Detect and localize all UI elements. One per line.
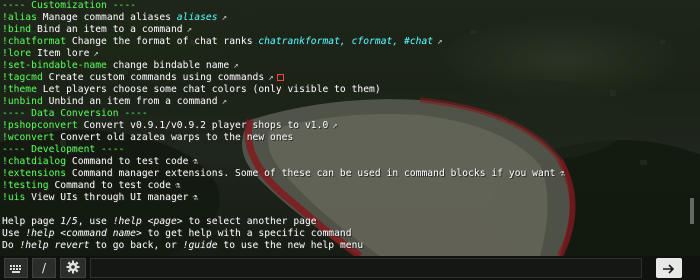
command-entry[interactable]: !alias Manage command aliases aliases ↗	[2, 12, 227, 24]
help-text: Help page	[2, 216, 61, 227]
command-name: !lore	[2, 48, 32, 59]
section-header-text: ---- Development ----	[2, 144, 125, 155]
warning-box-icon	[276, 74, 284, 81]
slash-label: /	[41, 261, 47, 275]
help-text: , use	[77, 216, 113, 227]
command-entry[interactable]: !theme Let players choose some chat colo…	[2, 84, 381, 96]
command-info-icon: ↗	[437, 37, 443, 47]
chat-input-field[interactable]	[90, 258, 642, 278]
command-description: View UIs through UI manager	[31, 192, 189, 203]
section-header: ---- Development ----	[2, 144, 124, 156]
command-entry[interactable]: !chatformat Change the format of chat ra…	[2, 36, 443, 48]
help-line: Help page 1/5, use !help <page> to selec…	[2, 216, 317, 228]
section-header-text: ---- Data Conversion ----	[2, 108, 148, 119]
section-header: ---- Customization ----	[2, 0, 136, 12]
slash-command-button[interactable]: /	[32, 258, 56, 278]
help-text: to use the new help menu	[217, 240, 364, 251]
command-entry[interactable]: !unbind Unbind an item from a command ↗	[2, 96, 227, 108]
help-text: to get help with a specific command	[141, 228, 352, 239]
command-info-icon: ⚗	[559, 169, 565, 179]
gear-icon	[66, 259, 80, 278]
keyboard-button[interactable]	[4, 258, 28, 278]
command-description: Unbind an item from a command	[48, 96, 218, 107]
keyboard-icon	[10, 259, 22, 278]
command-info-icon: ↗	[186, 25, 193, 35]
command-entry[interactable]: !lore Item lore ↗	[2, 48, 99, 60]
command-description: Convert old azalea warps to the new ones	[60, 132, 294, 143]
command-entry[interactable]: !tagcmd Create custom commands using com…	[2, 72, 284, 84]
command-description: Change the format of chat ranks	[71, 36, 253, 47]
command-entry[interactable]: !pshopconvert Convert v0.9.1/v0.9.2 play…	[2, 120, 338, 132]
help-hint: !guide	[182, 240, 218, 251]
command-info-icon: ⚗	[192, 157, 198, 167]
command-description: Create custom commands using commands	[48, 72, 265, 83]
help-text: to go back, or	[89, 240, 183, 251]
command-description: Manage command aliases	[42, 12, 171, 23]
command-description: Let players choose some chat colors (onl…	[42, 84, 381, 95]
chat-panel: ---- Customization ---- !alias Manage com…	[0, 0, 700, 256]
command-name: !bind	[2, 24, 32, 35]
help-hint: !help <page>	[112, 216, 183, 227]
command-entry[interactable]: !extensions Command manager extensions. …	[2, 168, 565, 180]
command-info-icon: ↗	[332, 121, 338, 131]
command-entry[interactable]: !uis View UIs through UI manager ⚗	[2, 192, 198, 204]
section-header: ---- Data Conversion ----	[2, 108, 148, 120]
command-name: !wconvert	[2, 132, 55, 143]
settings-button[interactable]	[60, 258, 86, 278]
command-entry[interactable]: !testing Command to test code ⚗	[2, 180, 180, 192]
chat-input-bar: /	[0, 256, 700, 280]
command-name: !unbind	[2, 96, 43, 107]
help-line: Do !help revert to go back, or !guide to…	[2, 240, 363, 252]
chat-scrollbar[interactable]	[690, 198, 694, 224]
command-info-icon: ↗	[221, 13, 228, 23]
command-description: Command to test code	[54, 180, 171, 191]
help-hint: !help revert	[19, 240, 90, 251]
command-description: Item lore	[36, 48, 90, 59]
arrow-right-icon	[662, 259, 676, 278]
command-info-icon: ↗	[268, 73, 274, 83]
command-name: !pshopconvert	[2, 120, 78, 131]
command-info-icon: ↗	[233, 61, 239, 71]
command-description: change bindable name	[112, 60, 230, 71]
command-description: Convert v0.9.1/v0.9.2 player shops to v1…	[83, 120, 329, 131]
send-button[interactable]	[656, 258, 682, 278]
command-info-icon: ⚗	[192, 193, 198, 203]
command-entry[interactable]: !wconvert Convert old azalea warps to th…	[2, 132, 293, 144]
command-info-icon: ↗	[221, 97, 228, 107]
command-entry[interactable]: !chatdialog Command to test code ⚗	[2, 156, 198, 168]
command-entry[interactable]: !set-bindable-name change bindable name ↗	[2, 60, 239, 72]
help-hint: 1/5	[60, 216, 78, 227]
command-name: !testing	[2, 180, 49, 191]
command-description: Bind an item to a command	[36, 24, 183, 35]
command-aliases: chatrankformat, cformat, #chat	[258, 36, 434, 47]
help-text: Do	[2, 240, 20, 251]
command-description: Command to test code	[71, 156, 189, 167]
command-name: !uis	[2, 192, 26, 203]
help-hint: !help <command name>	[25, 228, 142, 239]
command-name: !set-bindable-name	[2, 60, 107, 71]
command-name: !tagcmd	[2, 72, 43, 83]
command-name: !theme	[2, 84, 37, 95]
command-entry[interactable]: !bind Bind an item to a command ↗	[2, 24, 192, 36]
section-header-text: ---- Customization ----	[2, 0, 136, 11]
command-name: !extensions	[2, 168, 67, 179]
help-text: to select another page	[182, 216, 317, 227]
help-text: Use	[2, 228, 26, 239]
command-name: !alias	[2, 12, 37, 23]
command-info-icon: ↗	[93, 49, 99, 59]
command-info-icon: ⚗	[174, 181, 181, 191]
command-name: !chatdialog	[2, 156, 67, 167]
command-name: !chatformat	[2, 36, 67, 47]
help-line: Use !help <command name> to get help wit…	[2, 228, 352, 240]
command-description: Command manager extensions. Some of thes…	[71, 168, 556, 179]
command-aliases: aliases	[176, 12, 218, 23]
